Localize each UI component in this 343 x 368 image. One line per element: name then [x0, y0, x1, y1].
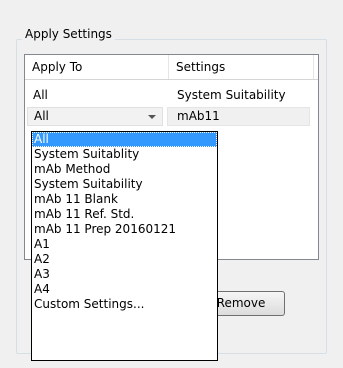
table-row[interactable]: All System Suitability — [25, 86, 318, 105]
combobox-value: All — [34, 109, 49, 123]
chevron-down-icon[interactable] — [148, 115, 156, 119]
table-row-editing[interactable]: All mAb11 — [25, 107, 318, 126]
dropdown-option[interactable]: mAb Method — [32, 162, 217, 177]
dropdown-option[interactable]: A2 — [32, 252, 217, 267]
dropdown-option[interactable]: mAb 11 Blank — [32, 192, 217, 207]
cell-settings: System Suitability — [177, 88, 286, 102]
column-header-apply-to[interactable]: Apply To — [25, 55, 169, 79]
grid-header: Apply To Settings — [25, 55, 318, 80]
dropdown-option[interactable]: A4 — [32, 282, 217, 297]
dropdown-option[interactable]: mAb 11 Prep 20160121 — [32, 222, 217, 237]
dropdown-option[interactable]: System Suitablity — [32, 147, 217, 162]
apply-to-dropdown-list[interactable]: All System Suitablity mAb Method System … — [31, 131, 218, 361]
dropdown-option[interactable]: A3 — [32, 267, 217, 282]
column-header-filler — [314, 55, 318, 79]
cell-settings-selected[interactable]: mAb11 — [167, 107, 310, 126]
cell-apply-to: All — [33, 88, 48, 102]
cell-settings: mAb11 — [177, 109, 220, 123]
dropdown-option[interactable]: System Suitability — [32, 177, 217, 192]
dropdown-option[interactable]: mAb 11 Ref. Std. — [32, 207, 217, 222]
column-header-settings[interactable]: Settings — [169, 55, 314, 79]
group-title: Apply Settings — [22, 27, 115, 41]
dropdown-option-all[interactable]: All — [32, 132, 217, 147]
dropdown-option[interactable]: A1 — [32, 237, 217, 252]
apply-to-combobox[interactable]: All — [27, 107, 163, 126]
dropdown-option-custom-settings[interactable]: Custom Settings... — [32, 297, 217, 312]
